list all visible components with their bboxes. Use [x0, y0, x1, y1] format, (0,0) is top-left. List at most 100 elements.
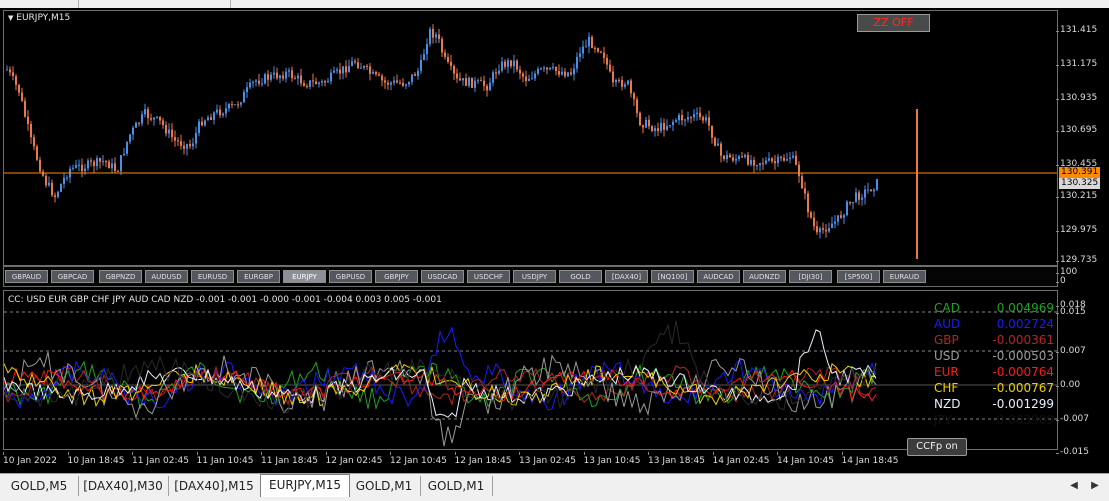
- symbol-button-usdcad[interactable]: USDCAD: [421, 270, 464, 283]
- tab-scroll-left-icon[interactable]: ◀: [1067, 478, 1081, 494]
- candle-body: [768, 158, 770, 161]
- candle-body: [303, 83, 305, 87]
- symbol-button-gbpnzd[interactable]: GBPNZD: [99, 270, 142, 283]
- chart-tab[interactable]: GOLD,M5: [0, 476, 79, 496]
- symbol-button-eurusd[interactable]: EURUSD: [191, 270, 234, 283]
- currency-strength-chart[interactable]: [4, 291, 1057, 449]
- symbol-button-usdchf[interactable]: USDCHF: [467, 270, 510, 283]
- candle-body: [474, 80, 476, 88]
- candle-body: [63, 177, 65, 184]
- symbol-button-gbpjpy[interactable]: GBPJPY: [375, 270, 418, 283]
- symbol-button-euraud[interactable]: EURAUD: [883, 270, 926, 283]
- candle-body: [525, 76, 527, 82]
- candle-body: [543, 67, 545, 69]
- zz-toggle-button[interactable]: ZZ OFF: [857, 14, 930, 32]
- legend-row-chf: CHF -0.000767: [934, 380, 1054, 396]
- legend-currency-value: -0.001299: [992, 397, 1054, 411]
- candle-body: [297, 75, 299, 79]
- candle-body: [381, 75, 383, 81]
- price-tick-label: 131.175: [1055, 59, 1098, 69]
- candle-body: [642, 125, 644, 128]
- toolbar-segment[interactable]: [0, 0, 79, 8]
- candle-body: [552, 66, 554, 68]
- symbol-button-audcad[interactable]: AUDCAD: [697, 270, 740, 283]
- chart-tab[interactable]: EURJPY,M15: [260, 474, 350, 497]
- chart-tab[interactable]: GOLD,M1: [348, 476, 421, 496]
- candle-body: [336, 69, 338, 71]
- candle-body: [783, 157, 785, 161]
- candle-body: [402, 82, 404, 86]
- tab-scroll-right-icon[interactable]: ▶: [1088, 478, 1102, 494]
- chart-window[interactable]: ▼ EURJPY,M15 ZZ OFF 131.415 131.175 130.93…: [0, 8, 1109, 473]
- symbol-button-eurjpy[interactable]: EURJPY: [283, 270, 326, 283]
- symbol-button-gbpcad[interactable]: GBPCAD: [51, 270, 94, 283]
- candle-body: [333, 70, 335, 73]
- candle-body: [582, 46, 584, 54]
- symbol-button-gold[interactable]: GOLD: [559, 270, 602, 283]
- price-chart-panel[interactable]: ▼ EURJPY,M15 ZZ OFF: [3, 10, 1058, 266]
- candle-body: [663, 122, 665, 130]
- candle-body: [48, 182, 50, 186]
- candle-body: [15, 76, 17, 85]
- candle-body: [729, 154, 731, 158]
- candle-body: [798, 164, 800, 177]
- candle-body: [84, 168, 86, 172]
- symbol-button-dax40[interactable]: [DAX40]: [605, 270, 648, 283]
- candle-body: [876, 179, 878, 190]
- candle-body: [873, 189, 875, 192]
- candle-body: [519, 69, 521, 74]
- symbol-button-nq100[interactable]: [NQ100]: [651, 270, 694, 283]
- currency-line-aud: [4, 326, 877, 411]
- dropdown-triangle-icon[interactable]: ▼: [8, 14, 13, 22]
- time-tick-label: 13 Jan 02:45: [519, 452, 576, 466]
- candle-body: [825, 229, 827, 232]
- candle-body: [363, 65, 365, 68]
- candle-body: [288, 70, 290, 72]
- oscillator-tick-label: 0.015: [1056, 307, 1086, 317]
- legend-row-usd: USD -0.000503: [934, 348, 1054, 364]
- candle-body: [324, 81, 326, 83]
- candlestick-chart[interactable]: [4, 11, 1057, 265]
- symbol-button-usdjpy[interactable]: USDJPY: [513, 270, 556, 283]
- candle-body: [42, 171, 44, 176]
- chart-tab[interactable]: [DAX40],M30: [78, 476, 169, 496]
- symbol-button-audusd[interactable]: AUDUSD: [145, 270, 188, 283]
- candle-body: [780, 156, 782, 158]
- candle-body: [435, 34, 437, 38]
- candle-body: [12, 72, 14, 77]
- candle-body: [723, 155, 725, 160]
- oscillator-tick-label: 0.00: [1055, 380, 1081, 390]
- symbol-button-eurgbp[interactable]: EURGBP: [237, 270, 280, 283]
- candle-body: [741, 156, 743, 158]
- legend-currency-name: CHF: [934, 381, 959, 395]
- symbol-button-sp500[interactable]: [SP500]: [837, 270, 880, 283]
- symbol-button-audnzd[interactable]: AUDNZD: [743, 270, 786, 283]
- candle-body: [126, 141, 128, 154]
- terminal-window: ▼ EURJPY,M15 ZZ OFF 131.415 131.175 130.93…: [0, 0, 1109, 501]
- legend-currency-value: -0.000503: [992, 349, 1054, 363]
- candle-body: [318, 82, 320, 85]
- symbol-button-dji30[interactable]: [DJI30]: [789, 270, 832, 283]
- symbol-button-gbpusd[interactable]: GBPUSD: [329, 270, 372, 283]
- currency-strength-panel[interactable]: CC: USD EUR GBP CHF JPY AUD CAD NZD -0.0…: [3, 290, 1058, 450]
- candle-body: [600, 51, 602, 53]
- symbol-button-gbpaud[interactable]: GBPAUD: [5, 270, 48, 283]
- chart-tab[interactable]: GOLD,M1: [420, 476, 493, 496]
- chart-tab-bar: ◀ ▶ GOLD,M5 [DAX40],M30 [DAX40],M15 EURJPY,…: [0, 473, 1109, 501]
- candle-body: [693, 114, 695, 118]
- candle-body: [270, 74, 272, 80]
- candle-body: [429, 28, 431, 45]
- candle-body: [753, 160, 755, 166]
- candle-body: [135, 122, 137, 128]
- time-tick-label: 12 Jan 02:45: [325, 452, 383, 466]
- candle-body: [345, 66, 347, 73]
- candle-body: [276, 72, 278, 79]
- candle-body: [756, 165, 758, 167]
- candle-body: [216, 109, 218, 113]
- toolbar-segment[interactable]: [78, 0, 231, 8]
- chart-tab[interactable]: [DAX40],M15: [168, 476, 261, 496]
- candle-body: [744, 154, 746, 157]
- candle-body: [453, 66, 455, 74]
- candle-body: [597, 48, 599, 52]
- candle-body: [300, 75, 302, 84]
